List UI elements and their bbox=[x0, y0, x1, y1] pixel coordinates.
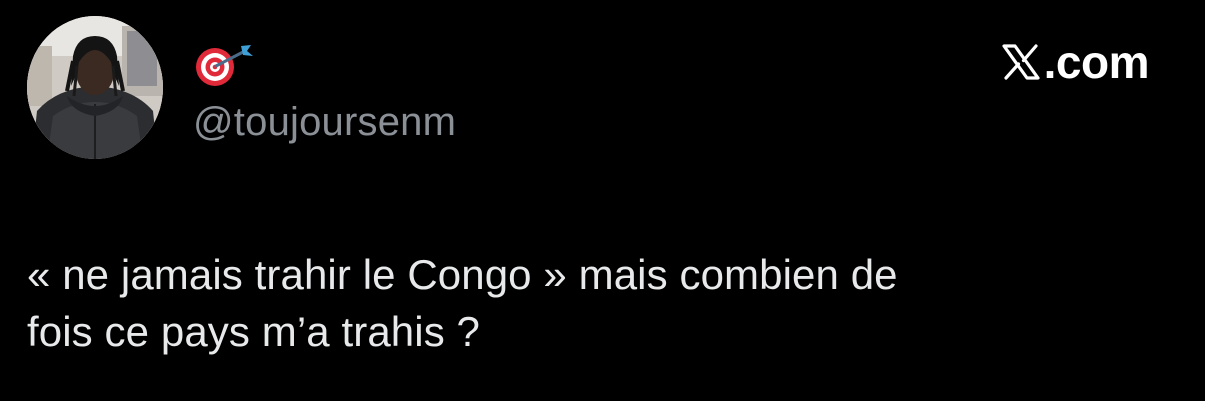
tweet-text: « ne jamais trahir le Congo » mais combi… bbox=[27, 246, 1177, 360]
tweet-card: @toujoursenm .com « ne jamais trahir le … bbox=[0, 0, 1205, 401]
tweet-text-line-1: « ne jamais trahir le Congo » mais combi… bbox=[27, 251, 898, 298]
x-brand: .com bbox=[1001, 36, 1150, 88]
user-handle[interactable]: @toujoursenm bbox=[193, 97, 456, 147]
profile-photo-icon bbox=[27, 16, 163, 159]
tweet-text-line-2: fois ce pays m’a trahis ? bbox=[27, 308, 481, 355]
x-logo-icon bbox=[1002, 44, 1040, 80]
brand-domain-suffix: .com bbox=[1043, 36, 1150, 88]
direct-hit-dart-emoji-icon bbox=[196, 45, 253, 86]
avatar[interactable] bbox=[27, 16, 163, 159]
